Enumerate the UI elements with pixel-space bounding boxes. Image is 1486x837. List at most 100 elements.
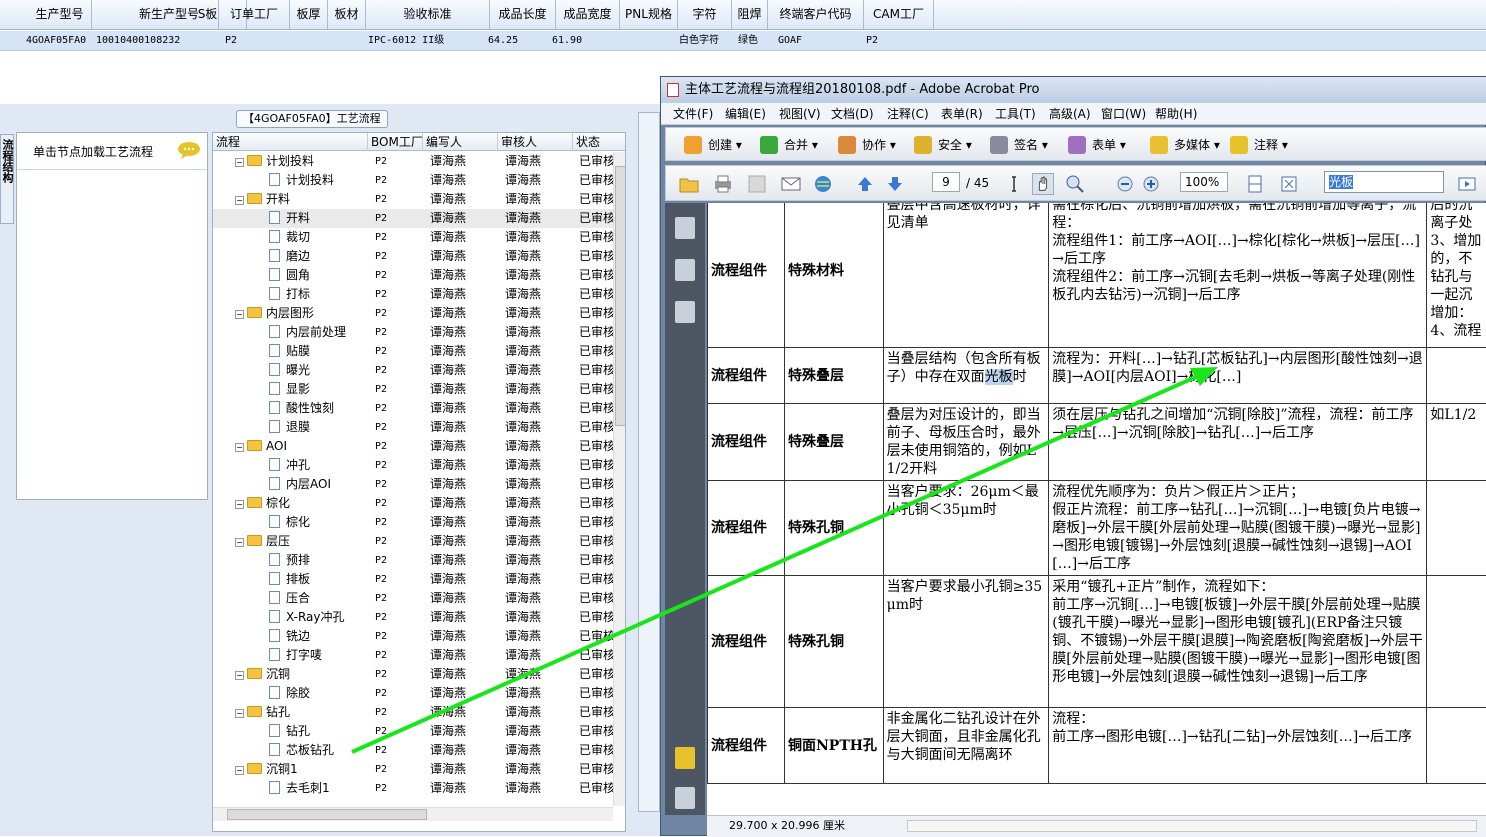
side-tab-flow-structure[interactable]: 流程结构 [0,134,14,224]
next-page-icon[interactable] [884,173,906,195]
next-result-icon[interactable] [1456,173,1478,195]
column-header[interactable]: PNL规格 [620,0,678,30]
signatures-icon[interactable] [675,301,695,323]
column-header[interactable]: 板厚 [290,0,328,30]
comments-icon[interactable] [675,747,695,769]
grid-cell[interactable]: 4GOAF05FA0 [26,31,86,51]
tree-row[interactable]: 裁切P2谭海燕谭海燕已审核 [213,228,613,247]
expand-toggle-icon[interactable]: − [235,310,244,319]
tree-row[interactable]: 磨边P2谭海燕谭海燕已审核 [213,247,613,266]
tree-row[interactable]: 钻孔P2谭海燕谭海燕已审核 [213,722,613,741]
zoom-level-select[interactable]: 100% [1180,172,1228,192]
tree-row[interactable]: 圆角P2谭海燕谭海燕已审核 [213,266,613,285]
expand-toggle-icon[interactable]: − [235,443,244,452]
tree-row[interactable]: X-Ray冲孔P2谭海燕谭海燕已审核 [213,608,613,627]
tree-row[interactable]: −内层图形P2谭海燕谭海燕已审核 [213,304,613,323]
bookmarks-icon[interactable] [675,259,695,281]
tree-row[interactable]: 冲孔P2谭海燕谭海燕已审核 [213,456,613,475]
column-header[interactable]: 验收标准 [366,0,490,30]
menu-item[interactable]: 工具(T) [995,103,1036,125]
tree-row[interactable]: 芯板钻孔P2谭海燕谭海燕已审核 [213,741,613,760]
grid-cell[interactable]: IPC-6012 II级 [368,31,444,51]
grid-cell[interactable]: P2 [866,31,878,51]
tree-row[interactable]: −沉铜1P2谭海燕谭海燕已审核 [213,760,613,779]
grid-cell[interactable]: 绿色 [738,31,758,51]
scroll-thumb[interactable] [615,166,626,426]
tree-row[interactable]: 酸性蚀刻P2谭海燕谭海燕已审核 [213,399,613,418]
zoom-in-icon[interactable] [1140,173,1162,195]
tree-row[interactable]: 退膜P2谭海燕谭海燕已审核 [213,418,613,437]
page-number-input[interactable]: 9 [932,172,960,192]
expand-toggle-icon[interactable]: − [235,709,244,718]
menu-item[interactable]: 编辑(E) [725,103,766,125]
zoom-marquee-icon[interactable] [1064,173,1086,195]
column-header[interactable]: 阻焊 [732,0,768,30]
column-header[interactable]: S板 [197,0,219,30]
comment-button[interactable]: 注释 ▾ [1230,134,1288,156]
tree-vertical-scrollbar[interactable] [613,152,626,806]
expand-toggle-icon[interactable]: − [235,671,244,680]
collaborate-button[interactable]: 协作 ▾ [838,134,896,156]
tree-row[interactable]: 贴膜P2谭海燕谭海燕已审核 [213,342,613,361]
combine-button[interactable]: 合并 ▾ [760,134,818,156]
menu-item[interactable]: 注释(C) [887,103,929,125]
pages-thumbnail-icon[interactable] [675,217,695,239]
tree-row[interactable]: 曝光P2谭海燕谭海燕已审核 [213,361,613,380]
find-input[interactable]: 光板 [1324,171,1444,193]
column-header[interactable]: 板材 [328,0,366,30]
grid-cell[interactable]: P2 [225,31,237,51]
tree-row[interactable]: 计划投料P2谭海燕谭海燕已审核 [213,171,613,190]
tree-row[interactable]: 去毛刺1P2谭海燕谭海燕已审核 [213,779,613,798]
print-icon[interactable] [712,173,734,195]
tree-row[interactable]: −棕化P2谭海燕谭海燕已审核 [213,494,613,513]
tree-horizontal-scrollbar[interactable] [213,807,613,821]
tree-row[interactable]: 除胶P2谭海燕谭海燕已审核 [213,684,613,703]
tree-row[interactable]: 开料P2谭海燕谭海燕已审核 [213,209,613,228]
column-header[interactable]: 成品长度 [490,0,556,30]
window-titlebar[interactable]: 主体工艺流程与流程组20180108.pdf - Adobe Acrobat P… [661,77,1486,103]
tree-column-header[interactable]: 审核人 [498,133,573,151]
grid-cell[interactable]: 64.25 [488,31,518,51]
web-globe-icon[interactable] [812,173,834,195]
pdf-horizontal-scrollbar[interactable] [907,820,1477,832]
expand-toggle-icon[interactable]: − [235,538,244,547]
tree-row[interactable]: −层压P2谭海燕谭海燕已审核 [213,532,613,551]
hand-tool-icon[interactable] [1032,173,1054,195]
menu-item[interactable]: 文件(F) [673,103,713,125]
column-header[interactable]: CAM工厂 [864,0,934,30]
pdf-document-view[interactable]: 流程组件特殊材料叠层中含高速板材时，详见清单需在棕化后、沉铜前增加烘板，需在沉铜… [707,203,1486,815]
menu-item[interactable]: 高级(A) [1049,103,1091,125]
tree-column-header[interactable]: 编写人 [423,133,498,151]
expand-toggle-icon[interactable]: − [235,766,244,775]
tree-row[interactable]: −AOIP2谭海燕谭海燕已审核 [213,437,613,456]
column-header[interactable]: 字符 [678,0,732,30]
tree-row[interactable]: 压合P2谭海燕谭海燕已审核 [213,589,613,608]
tree-row[interactable]: 显影P2谭海燕谭海燕已审核 [213,380,613,399]
tree-row[interactable]: 打标P2谭海燕谭海燕已审核 [213,285,613,304]
tree-row[interactable]: 内层前处理P2谭海燕谭海燕已审核 [213,323,613,342]
forms-button[interactable]: 表单 ▾ [1068,134,1126,156]
secure-button[interactable]: 安全 ▾ [914,134,972,156]
sign-button[interactable]: 签名 ▾ [990,134,1048,156]
save-icon[interactable] [746,173,768,195]
zoom-out-icon[interactable] [1114,173,1136,195]
menu-item[interactable]: 帮助(H) [1155,103,1197,125]
column-header[interactable]: 订单工厂 [219,0,290,30]
grid-cell[interactable]: GOAF [778,31,802,51]
menu-item[interactable]: 文档(D) [831,103,874,125]
tree-row[interactable]: −沉铜P2谭海燕谭海燕已审核 [213,665,613,684]
previous-page-icon[interactable] [854,173,876,195]
open-folder-icon[interactable] [678,173,700,195]
create-button[interactable]: 创建 ▾ [684,134,742,156]
tree-column-header[interactable]: 状态 [573,133,626,151]
collapsed-side-panel[interactable] [638,112,660,812]
tree-row[interactable]: −钻孔P2谭海燕谭海燕已审核 [213,703,613,722]
email-icon[interactable] [780,173,802,195]
expand-toggle-icon[interactable]: − [235,158,244,167]
fit-page-icon[interactable] [1244,173,1266,195]
multimedia-button[interactable]: 多媒体 ▾ [1150,134,1220,156]
grid-cell[interactable]: 10010400108232 [96,31,180,51]
tree-row[interactable]: 内层AOIP2谭海燕谭海燕已审核 [213,475,613,494]
tree-column-header[interactable]: 流程 [213,133,368,151]
column-header[interactable]: 成品宽度 [556,0,620,30]
